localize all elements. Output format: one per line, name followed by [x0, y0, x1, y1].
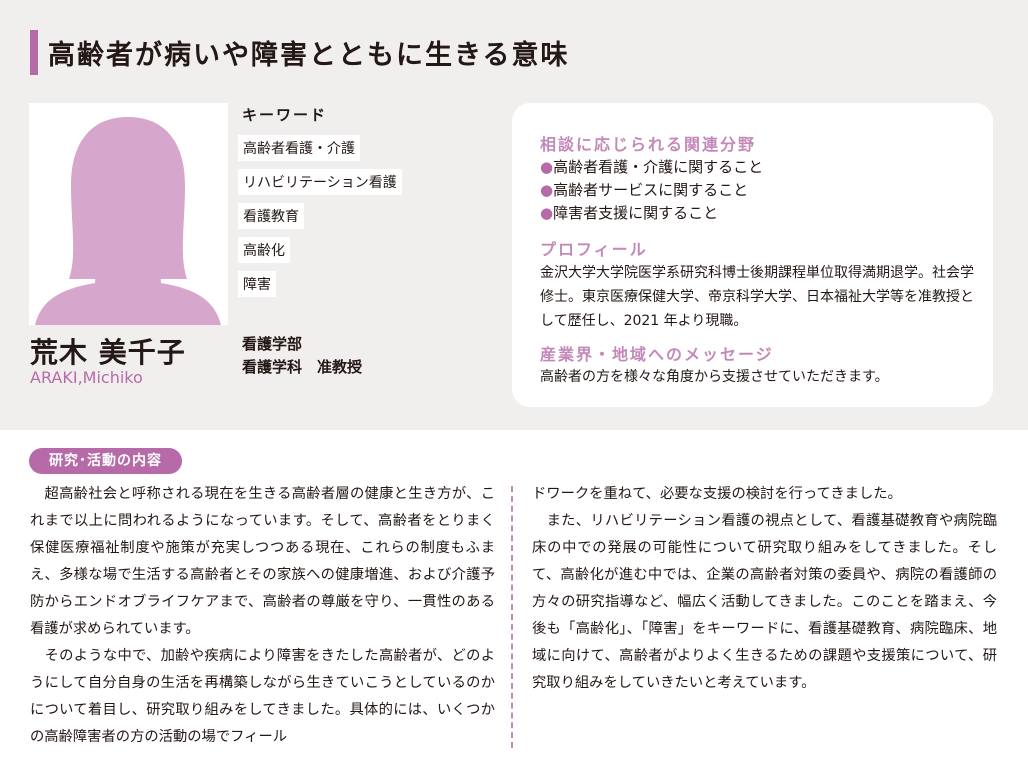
- paragraph: ドワークを重ねて、必要な支援の検討を行ってきました。: [532, 486, 902, 502]
- person-name-en: ARAKI,Michiko: [30, 368, 143, 387]
- consult-item: ●高齢者看護・介護に関すること: [540, 158, 764, 176]
- title-accent-bar: [30, 30, 38, 75]
- consult-item: ●高齢者サービスに関すること: [540, 181, 749, 199]
- keyword-list: 高齢者看護・介護 リハビリテーション看護 看護教育 高齢化 障害: [238, 135, 402, 305]
- column-divider: [511, 486, 513, 748]
- paragraph: また、リハビリテーション看護の視点として、看護基礎教育や病院臨床の中での発展の可…: [532, 513, 997, 691]
- bullet-icon: ●: [540, 181, 554, 199]
- research-section-label: 研究･活動の内容: [29, 448, 182, 474]
- affiliation: 看護学部 看護学科 准教授: [242, 333, 362, 379]
- consult-list: ●高齢者看護・介護に関すること ●高齢者サービスに関すること ●障害者支援に関す…: [540, 156, 763, 225]
- paragraph: そのような中で、加齢や疾病により障害をきたした高齢者が、どのようにして自分自身の…: [30, 648, 495, 745]
- keyword-tag: リハビリテーション看護: [238, 169, 402, 195]
- keyword-tag: 高齢者看護・介護: [238, 135, 360, 161]
- keywords-heading: キーワード: [242, 106, 328, 124]
- page-title: 高齢者が病いや障害とともに生きる意味: [48, 40, 570, 71]
- profile-photo: [29, 103, 228, 325]
- paragraph: 超高齢社会と呼称される現在を生きる高齢者層の健康と生き方が、これまで以上に問われ…: [30, 486, 495, 637]
- person-silhouette-icon: [35, 117, 221, 325]
- keyword-tag: 高齢化: [238, 237, 290, 263]
- position-title: 看護学科 准教授: [242, 358, 363, 376]
- keyword-tag: 看護教育: [238, 203, 304, 229]
- research-text-left: 超高齢社会と呼称される現在を生きる高齢者層の健康と生き方が、これまで以上に問われ…: [30, 481, 495, 751]
- profile-heading: プロフィール: [540, 240, 648, 259]
- message-text: 高齢者の方を様々な角度から支援させていただきます。: [540, 369, 889, 385]
- keyword-tag: 障害: [238, 271, 276, 297]
- research-text-right: ドワークを重ねて、必要な支援の検討を行ってきました。 また、リハビリテーション看…: [532, 481, 997, 697]
- consult-heading: 相談に応じられる関連分野: [540, 135, 757, 154]
- bullet-icon: ●: [540, 204, 554, 222]
- message-heading: 産業界・地域へのメッセージ: [540, 345, 774, 364]
- profile-text: 金沢大学大学院医学系研究科博士後期課程単位取得満期退学。社会学修士。東京医療保健…: [540, 265, 974, 329]
- info-card: 相談に応じられる関連分野 ●高齢者看護・介護に関すること ●高齢者サービスに関す…: [512, 103, 993, 407]
- consult-item: ●障害者支援に関すること: [540, 204, 719, 222]
- department: 看護学部: [242, 335, 303, 353]
- person-name-jp: 荒木 美千子: [30, 336, 186, 369]
- bullet-icon: ●: [540, 158, 554, 176]
